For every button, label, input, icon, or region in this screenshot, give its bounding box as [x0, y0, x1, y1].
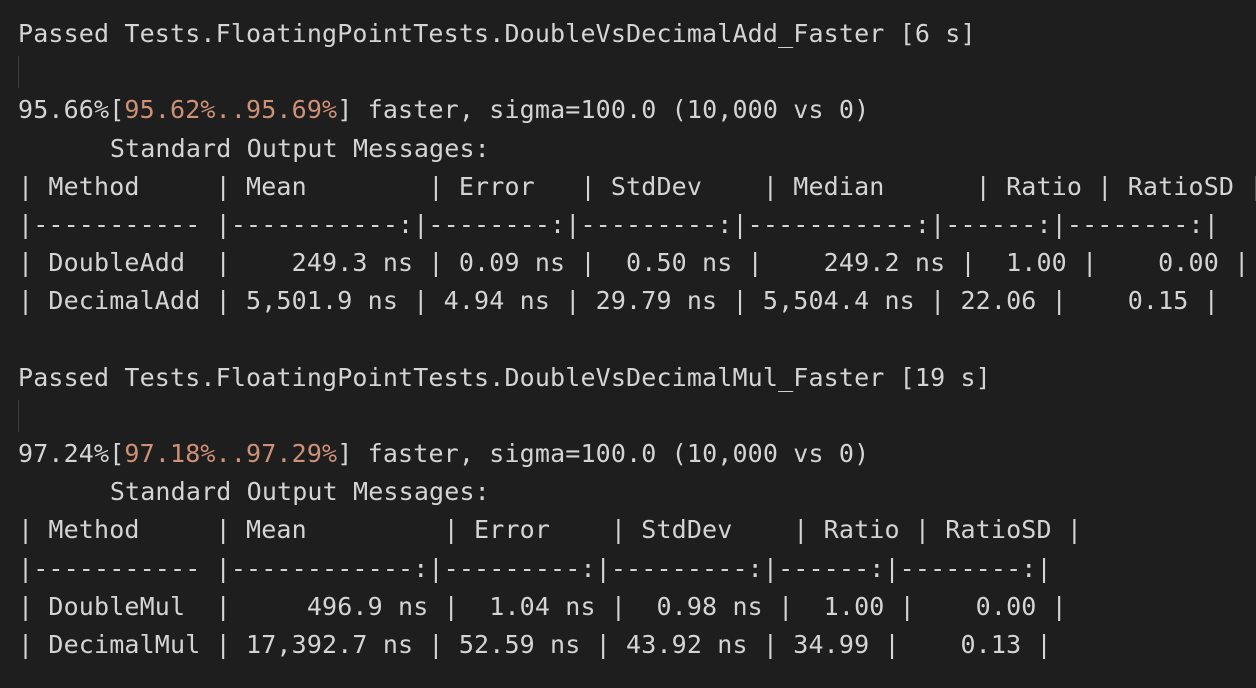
standard-output-label-text: Standard Output Messages: — [109, 477, 490, 507]
table-separator-row: |----------- |------------:|---------:|-… — [18, 553, 1052, 583]
table-row: | DoubleMul | 496.9 ns | 1.04 ns | 0.98 … — [18, 591, 1067, 621]
test-result-header: Passed Tests.FloatingPointTests.DoubleVs… — [18, 19, 976, 48]
table-separator-row: |----------- |-----------:|--------:|---… — [18, 209, 1219, 239]
table-header-row: | Method | Mean | Error | StdDev | Media… — [18, 171, 1256, 201]
summary-details: ] faster, sigma=100.0 (10,000 vs 0) — [337, 439, 870, 469]
standard-output-label-text: Standard Output Messages: — [109, 133, 490, 163]
standard-output-label: Standard Output Messages: — [18, 397, 1256, 506]
benchmark-summary: 95.66%[95.62%..95.69%] faster, sigma=100… — [18, 91, 1256, 129]
table-row: | DecimalMul | 17,392.7 ns | 52.59 ns | … — [18, 630, 1052, 659]
table-header-row: | Method | Mean | Error | StdDev | Ratio… — [18, 515, 1083, 545]
test-result-header: Passed Tests.FloatingPointTests.DoubleVs… — [18, 362, 991, 392]
table-row: | DoubleAdd | 249.3 ns | 0.09 ns | 0.50 … — [18, 248, 1250, 278]
table-row: | DecimalAdd | 5,501.9 ns | 4.94 ns | 29… — [18, 286, 1219, 316]
summary-details: ] faster, sigma=100.0 (10,000 vs 0) — [337, 95, 870, 125]
confidence-interval: 95.62%..95.69% — [124, 95, 338, 125]
standard-output-label: Standard Output Messages: — [18, 53, 1256, 163]
indent-guide — [18, 399, 19, 433]
benchmark-summary: 97.24%[97.18%..97.29%] faster, sigma=100… — [18, 435, 1256, 473]
indent-guide — [18, 56, 19, 89]
terminal-output[interactable]: Passed Tests.FloatingPointTests.DoubleVs… — [0, 0, 1256, 688]
confidence-interval: 97.18%..97.29% — [124, 439, 338, 469]
